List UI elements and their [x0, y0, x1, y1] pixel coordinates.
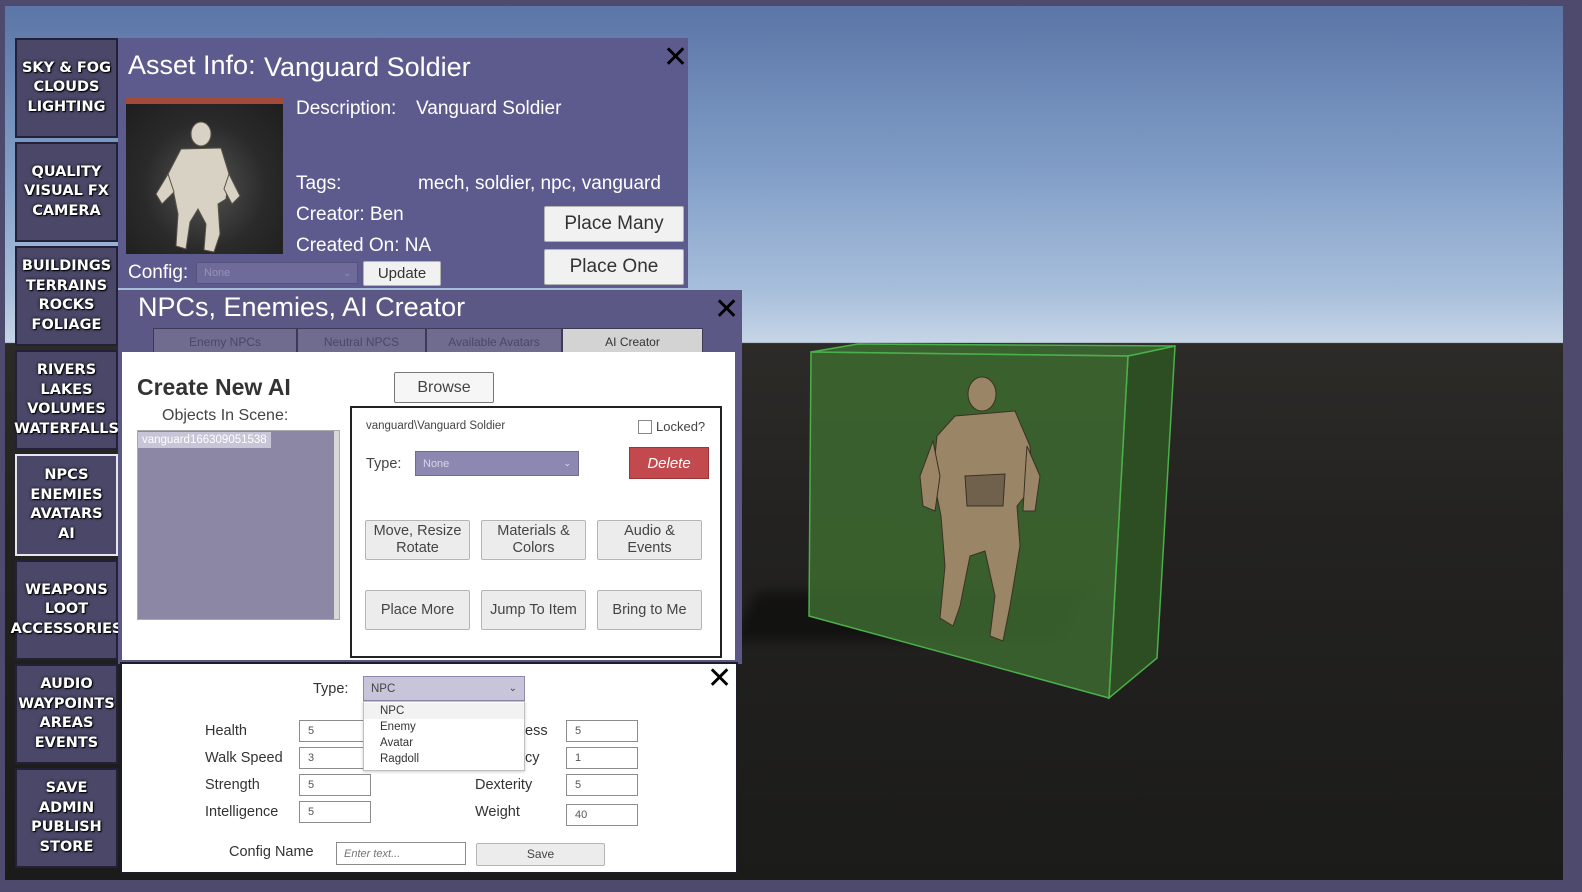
stat-field-partial-1[interactable]: 5 [566, 720, 638, 742]
config-name-label: Config Name [229, 844, 314, 860]
config-select-value: None [204, 267, 231, 279]
intelligence-label: Intelligence [205, 804, 279, 820]
stat-label-partial-1: ess [525, 723, 548, 739]
chevron-down-icon: ⌄ [343, 267, 351, 278]
config-label: Config: [128, 262, 189, 283]
move-resize-rotate-button[interactable]: Move, Resize Rotate [365, 520, 470, 560]
stats-type-label: Type: [313, 681, 349, 697]
sidebar-item-buildings[interactable]: BUILDINGS TERRAINS ROCKS FOLIAGE [15, 246, 118, 346]
place-one-button[interactable]: Place One [544, 249, 684, 285]
item-name: vanguard\Vanguard Soldier [366, 420, 506, 432]
scrollbar[interactable] [334, 431, 339, 619]
config-select[interactable]: None ⌄ [196, 262, 358, 284]
type-select[interactable]: None ⌄ [415, 451, 579, 476]
objects-list[interactable]: vanguard1663090​51538 [137, 430, 340, 620]
dexterity-label: Dexterity [475, 777, 533, 793]
dropdown-option-avatar[interactable]: Avatar [364, 735, 524, 751]
sidebar-item-audio[interactable]: AUDIO WAYPOINTS AREAS EVENTS [15, 664, 118, 764]
jump-to-item-button[interactable]: Jump To Item [481, 590, 586, 630]
asset-info-panel: Asset Info: Vanguard Soldier ✕ Descripti… [118, 38, 688, 288]
creator-text: Creator: Ben [296, 204, 404, 225]
item-detail-box: vanguard\Vanguard Soldier Locked? Type: … [350, 406, 722, 658]
ai-stats-panel: ✕ Type: NPC ⌄ Health 5 Walk Speed 3 Stre… [120, 662, 738, 874]
health-label: Health [205, 723, 247, 739]
stats-type-select-value: NPC [371, 682, 396, 695]
list-item[interactable]: vanguard1663090​51538 [138, 432, 271, 448]
sidebar-item-quality[interactable]: QUALITY VISUAL FX CAMERA [15, 142, 118, 242]
delete-button[interactable]: Delete [629, 447, 709, 479]
weight-label: Weight [475, 804, 520, 820]
locked-label: Locked? [656, 419, 706, 434]
tab-available-avatars[interactable]: Available Avatars [426, 328, 562, 355]
tab-enemy-npcs[interactable]: Enemy NPCs [153, 328, 297, 355]
chevron-down-icon: ⌄ [563, 458, 571, 468]
health-field[interactable]: 5 [299, 720, 371, 742]
browse-button[interactable]: Browse [394, 372, 494, 403]
stat-label-partial-2: cy [525, 750, 540, 766]
stats-type-select[interactable]: NPC ⌄ [363, 676, 525, 701]
audio-events-button[interactable]: Audio & Events [597, 520, 702, 560]
walk-speed-field[interactable]: 3 [299, 747, 371, 769]
type-select-value: None [423, 457, 450, 470]
asset-thumbnail [126, 98, 283, 254]
strength-label: Strength [205, 777, 260, 793]
chevron-down-icon: ⌄ [508, 683, 517, 694]
description-label: Description: [296, 98, 397, 119]
objects-in-scene-label: Objects In Scene: [162, 407, 289, 424]
tab-ai-creator[interactable]: AI Creator [562, 328, 703, 355]
close-icon[interactable]: ✕ [663, 43, 688, 73]
bring-to-me-button[interactable]: Bring to Me [597, 590, 702, 630]
sidebar-item-npcs[interactable]: NPCS ENEMIES AVATARS AI [15, 454, 118, 556]
stat-field-partial-2[interactable]: 1 [566, 747, 638, 769]
tab-neutral-npcs[interactable]: Neutral NPCS [297, 328, 426, 355]
npc-panel-title: NPCs, Enemies, AI Creator [138, 292, 466, 322]
close-icon[interactable]: ✕ [707, 664, 732, 694]
update-button[interactable]: Update [363, 261, 441, 286]
tags-value: mech, soldier, npc, vanguard [418, 173, 661, 194]
ai-creator-body: Create New AI Browse Objects In Scene: v… [122, 352, 735, 660]
dropdown-option-npc[interactable]: NPC [364, 703, 524, 719]
walk-speed-label: Walk Speed [205, 750, 283, 766]
strength-field[interactable]: 5 [299, 774, 371, 796]
intelligence-field[interactable]: 5 [299, 801, 371, 823]
dropdown-option-ragdoll[interactable]: Ragdoll [364, 751, 524, 767]
weight-field[interactable]: 40 [566, 804, 638, 826]
dexterity-field[interactable]: 5 [566, 774, 638, 796]
materials-colors-button[interactable]: Materials & Colors [481, 520, 586, 560]
sidebar-item-save[interactable]: SAVE ADMIN PUBLISH STORE [15, 768, 118, 868]
created-on-text: Created On: NA [296, 235, 432, 256]
type-label: Type: [366, 456, 402, 472]
create-new-ai-heading: Create New AI [137, 374, 291, 400]
place-many-button[interactable]: Place Many [544, 206, 684, 242]
tags-label: Tags: [296, 173, 342, 194]
type-dropdown-list[interactable]: ✓ NPC Enemy Avatar Ragdoll [363, 701, 525, 771]
sidebar-item-sky-fog[interactable]: SKY & FOG CLOUDS LIGHTING [15, 38, 118, 138]
close-icon[interactable]: ✕ [714, 295, 739, 325]
place-more-button[interactable]: Place More [365, 590, 470, 630]
asset-info-title-name: Vanguard Soldier [264, 52, 471, 82]
sidebar-item-weapons[interactable]: WEAPONS LOOT ACCESSORIES [11, 560, 122, 660]
description-value: Vanguard Soldier [416, 98, 562, 119]
locked-checkbox[interactable] [638, 420, 652, 434]
config-name-input[interactable] [336, 842, 466, 865]
dropdown-option-enemy[interactable]: Enemy [364, 719, 524, 735]
asset-info-title-prefix: Asset Info: [128, 50, 256, 80]
save-button[interactable]: Save [476, 843, 605, 866]
sidebar-item-rivers[interactable]: RIVERS LAKES VOLUMES WATERFALLS [14, 350, 119, 450]
